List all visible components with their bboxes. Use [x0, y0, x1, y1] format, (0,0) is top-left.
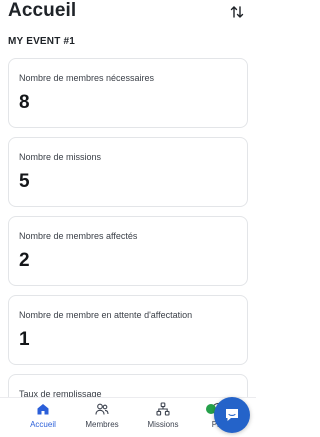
event-name: MY EVENT #1	[8, 36, 76, 47]
nav-item-membres[interactable]: Membres	[74, 402, 130, 434]
stat-label: Nombre de membres nécessaires	[19, 73, 155, 83]
home-icon	[37, 404, 49, 415]
chat-icon	[226, 409, 238, 421]
stat-label: Nombre de membres affectés	[19, 231, 138, 241]
stat-card-missions: Nombre de missions 5	[8, 137, 248, 207]
nav-item-accueil[interactable]: Accueil	[15, 402, 71, 434]
sort-icon	[230, 6, 244, 18]
nav-item-missions[interactable]: Missions	[135, 402, 191, 434]
sort-button[interactable]	[228, 4, 246, 20]
stat-value: 2	[19, 250, 30, 271]
stat-label: Nombre de missions	[19, 152, 102, 162]
stat-card-assigned-members: Nombre de membres affectés 2	[8, 216, 248, 286]
nav-label: Accueil	[30, 420, 56, 429]
nav-label: Membres	[85, 420, 119, 429]
header: Accueil	[0, 0, 256, 28]
stat-value: 1	[19, 329, 30, 350]
stat-value: 8	[19, 92, 30, 113]
chat-button[interactable]	[214, 397, 250, 433]
stat-label: Nombre de membre en attente d'affectatio…	[19, 310, 193, 320]
stat-card-pending-members: Nombre de membre en attente d'affectatio…	[8, 295, 248, 365]
nav-label: Missions	[147, 420, 179, 429]
missions-icon	[156, 402, 170, 416]
page-title: Accueil	[8, 0, 77, 21]
members-icon	[95, 403, 109, 415]
stat-value: 5	[19, 171, 30, 192]
stat-card-required-members: Nombre de membres nécessaires 8	[8, 58, 248, 128]
